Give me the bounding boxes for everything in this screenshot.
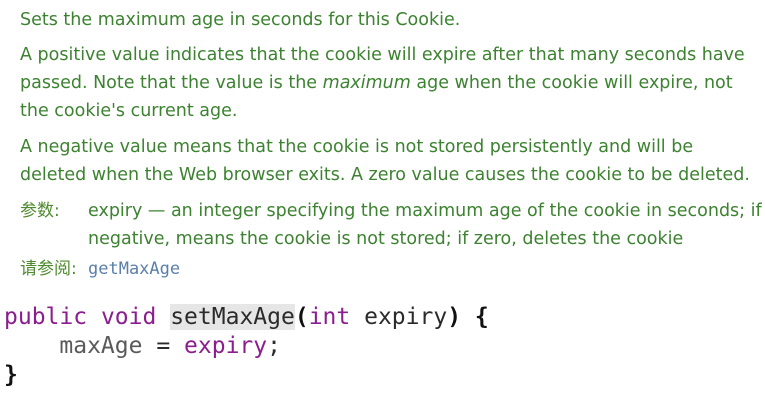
see-also-label: 请参阅: [20, 259, 77, 279]
params-section: 参数: expiry — an integer specifying the m… [20, 197, 762, 253]
semicolon: ; [267, 333, 281, 359]
keyword-public: public [4, 304, 88, 330]
code-snippet: public void setMaxAge(int expiry) { maxA… [4, 303, 489, 390]
javadoc-popup: Sets the maximum age in seconds for this… [20, 6, 762, 283]
close-brace: } [4, 362, 18, 388]
close-paren-brace: ) { [447, 304, 489, 330]
params-label: 参数: [20, 201, 60, 221]
param-name: expiry [364, 304, 448, 330]
params-description: expiry — an integer specifying the maxim… [88, 201, 762, 249]
open-paren: ( [294, 304, 309, 330]
keyword-void: void [100, 304, 157, 330]
method-name[interactable]: setMaxAge [170, 304, 295, 330]
field-maxage: maxAge [59, 333, 143, 359]
keyword-int: int [308, 304, 351, 330]
doc-positive-paragraph: A positive value indicates that the cook… [20, 41, 762, 125]
see-also-section: 请参阅: getMaxAge [20, 255, 762, 283]
doc-summary: Sets the maximum age in seconds for this… [20, 10, 461, 30]
doc-negative-paragraph: A negative value means that the cookie i… [20, 137, 750, 185]
assigned-value: expiry [184, 333, 268, 359]
see-also-link-getmaxage[interactable]: getMaxAge [88, 255, 180, 283]
assign-operator: = [142, 333, 185, 359]
doc-emphasis-maximum: maximum [322, 73, 411, 93]
